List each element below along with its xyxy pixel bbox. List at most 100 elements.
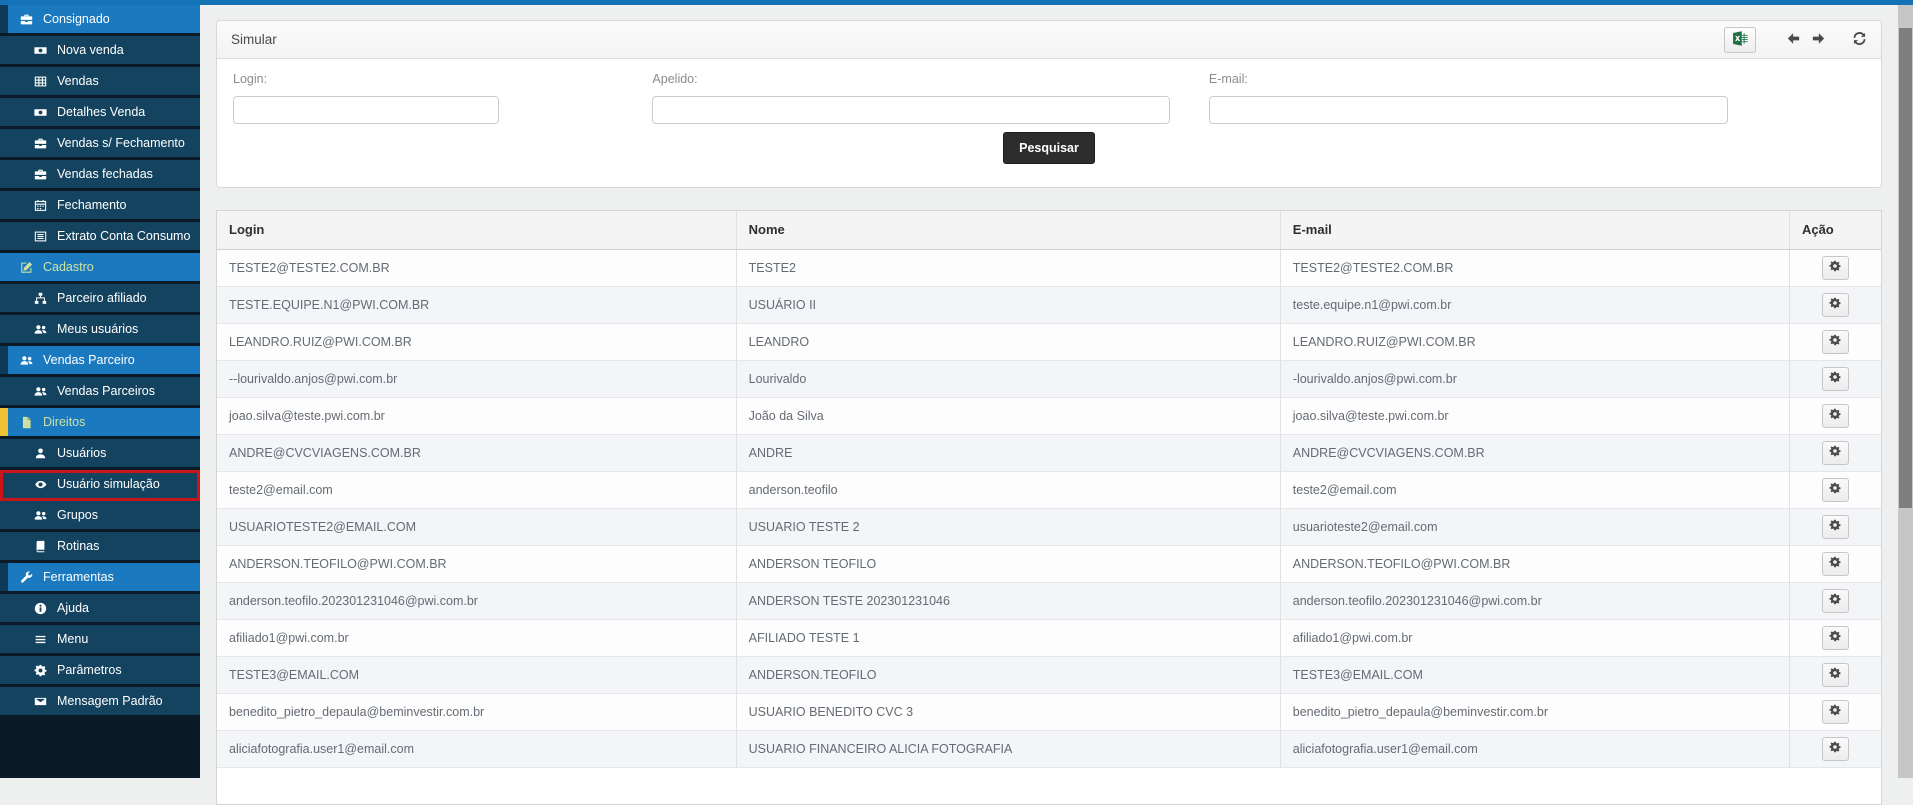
sidebar-item-vendas-parceiros[interactable]: Vendas Parceiros	[0, 377, 200, 408]
sidebar-item-ajuda[interactable]: Ajuda	[0, 594, 200, 625]
row-action-button[interactable]	[1822, 552, 1849, 576]
cell-login: TESTE3@EMAIL.COM	[217, 656, 736, 693]
row-action-button[interactable]	[1822, 737, 1849, 761]
row-action-button[interactable]	[1822, 700, 1849, 724]
sidebar-item-vendas-parceiro[interactable]: Vendas Parceiro	[0, 346, 200, 377]
cell-login: anderson.teofilo.202301231046@pwi.com.br	[217, 582, 736, 619]
sidebar-item-menu[interactable]: Menu	[0, 625, 200, 656]
sidebar-item-detalhes-venda[interactable]: Detalhes Venda	[0, 98, 200, 129]
table-row: anderson.teofilo.202301231046@pwi.com.br…	[217, 582, 1881, 619]
cell-action	[1789, 730, 1881, 767]
sidebar-item-ferramentas[interactable]: Ferramentas	[0, 563, 200, 594]
table-row: teste2@email.comanderson.teofiloteste2@e…	[217, 471, 1881, 508]
cell-login: USUARIOTESTE2@EMAIL.COM	[217, 508, 736, 545]
cell-login: ANDRE@CVCVIAGENS.COM.BR	[217, 434, 736, 471]
row-action-button[interactable]	[1822, 293, 1849, 317]
cell-nome: ANDERSON TESTE 202301231046	[736, 582, 1280, 619]
table-row: LEANDRO.RUIZ@PWI.COM.BRLEANDROLEANDRO.RU…	[217, 323, 1881, 360]
sidebar-item-nova-venda[interactable]: Nova venda	[0, 36, 200, 67]
table-row: joao.silva@teste.pwi.com.brJoão da Silva…	[217, 397, 1881, 434]
row-action-button[interactable]	[1822, 589, 1849, 613]
sidebar-item-parametros[interactable]: Parâmetros	[0, 656, 200, 687]
login-input[interactable]	[233, 96, 499, 124]
email-field-group: E-mail:	[1209, 72, 1728, 124]
navigate-back-button[interactable]	[1786, 31, 1801, 49]
apelido-field-group: Apelido:	[652, 72, 1169, 124]
scrollbar-thumb[interactable]	[1899, 28, 1912, 508]
cell-email: LEANDRO.RUIZ@PWI.COM.BR	[1280, 323, 1789, 360]
cell-action	[1789, 693, 1881, 730]
sidebar-item-vendas[interactable]: Vendas	[0, 67, 200, 98]
sidebar-item-label: Direitos	[43, 415, 85, 429]
sidebar-item-label: Cadastro	[43, 260, 94, 274]
row-action-button[interactable]	[1822, 441, 1849, 465]
table-row: aliciafotografia.user1@email.comUSUARIO …	[217, 730, 1881, 767]
users-icon	[33, 385, 48, 398]
sitemap-icon	[33, 292, 48, 305]
row-action-button[interactable]	[1822, 515, 1849, 539]
sidebar-item-fechamento[interactable]: Fechamento	[0, 191, 200, 222]
cell-action	[1789, 397, 1881, 434]
cell-action	[1789, 619, 1881, 656]
row-action-button[interactable]	[1822, 478, 1849, 502]
sidebar-item-consignado[interactable]: Consignado	[0, 5, 200, 36]
cell-login: LEANDRO.RUIZ@PWI.COM.BR	[217, 323, 736, 360]
export-excel-button[interactable]	[1724, 27, 1756, 53]
search-button-row: Pesquisar	[233, 132, 1865, 164]
row-action-button[interactable]	[1822, 626, 1849, 650]
arrow-left-icon	[1786, 31, 1801, 49]
sidebar-item-label: Grupos	[57, 508, 98, 522]
panel-body: Login: Apelido: E-mail: Pesquisar	[217, 59, 1881, 164]
sidebar-item-vendas-fechadas[interactable]: Vendas fechadas	[0, 160, 200, 191]
gear-icon	[1829, 334, 1841, 349]
row-action-button[interactable]	[1822, 404, 1849, 428]
sidebar-item-label: Vendas s/ Fechamento	[57, 136, 185, 150]
column-header-login: Login	[217, 211, 736, 249]
book-icon	[33, 540, 48, 553]
row-action-button[interactable]	[1822, 330, 1849, 354]
apelido-input[interactable]	[652, 96, 1169, 124]
cell-nome: USUARIO BENEDITO CVC 3	[736, 693, 1280, 730]
table-row: benedito_pietro_depaula@beminvestir.com.…	[217, 693, 1881, 730]
sidebar-item-label: Rotinas	[57, 539, 99, 553]
sidebar-item-parceiro-afiliado[interactable]: Parceiro afiliado	[0, 284, 200, 315]
row-action-button[interactable]	[1822, 663, 1849, 687]
cell-nome: anderson.teofilo	[736, 471, 1280, 508]
refresh-button[interactable]	[1852, 31, 1867, 49]
sidebar-item-label: Consignado	[43, 12, 110, 26]
sidebar-item-cadastro[interactable]: Cadastro	[0, 253, 200, 284]
cell-login: TESTE2@TESTE2.COM.BR	[217, 249, 736, 286]
excel-export-icon	[1732, 30, 1749, 50]
navigate-forward-button[interactable]	[1811, 31, 1826, 49]
sidebar-item-rotinas[interactable]: Rotinas	[0, 532, 200, 563]
sidebar-item-label: Menu	[57, 632, 88, 646]
column-header-email: E-mail	[1280, 211, 1789, 249]
sidebar-item-label: Parceiro afiliado	[57, 291, 147, 305]
sidebar-item-direitos[interactable]: Direitos	[0, 408, 200, 439]
sidebar-item-grupos[interactable]: Grupos	[0, 501, 200, 532]
cell-email: teste2@email.com	[1280, 471, 1789, 508]
row-action-button[interactable]	[1822, 256, 1849, 280]
gear-icon	[1829, 556, 1841, 571]
cell-login: afiliado1@pwi.com.br	[217, 619, 736, 656]
cell-action	[1789, 286, 1881, 323]
email-label: E-mail:	[1209, 72, 1728, 86]
cell-nome: USUARIO TESTE 2	[736, 508, 1280, 545]
sidebar-item-vendas-s-fechamento[interactable]: Vendas s/ Fechamento	[0, 129, 200, 160]
cell-action	[1789, 656, 1881, 693]
sidebar-item-meus-usuarios[interactable]: Meus usuários	[0, 315, 200, 346]
panel-toolbar	[1724, 27, 1867, 53]
main-content: Simular	[200, 5, 1898, 778]
apelido-label: Apelido:	[652, 72, 1169, 86]
sidebar-item-mensagem-padrao[interactable]: Mensagem Padrão	[0, 687, 200, 718]
vertical-scrollbar[interactable]	[1898, 5, 1913, 778]
cell-nome: USUÁRIO II	[736, 286, 1280, 323]
email-input[interactable]	[1209, 96, 1728, 124]
cell-email: TESTE3@EMAIL.COM	[1280, 656, 1789, 693]
sidebar-item-extrato-conta-consumo[interactable]: Extrato Conta Consumo	[0, 222, 200, 253]
row-action-button[interactable]	[1822, 367, 1849, 391]
sidebar-item-usuarios[interactable]: Usuários	[0, 439, 200, 470]
cell-nome: João da Silva	[736, 397, 1280, 434]
sidebar-item-usuario-simulacao[interactable]: Usuário simulação	[0, 470, 200, 501]
search-button[interactable]: Pesquisar	[1003, 132, 1095, 164]
